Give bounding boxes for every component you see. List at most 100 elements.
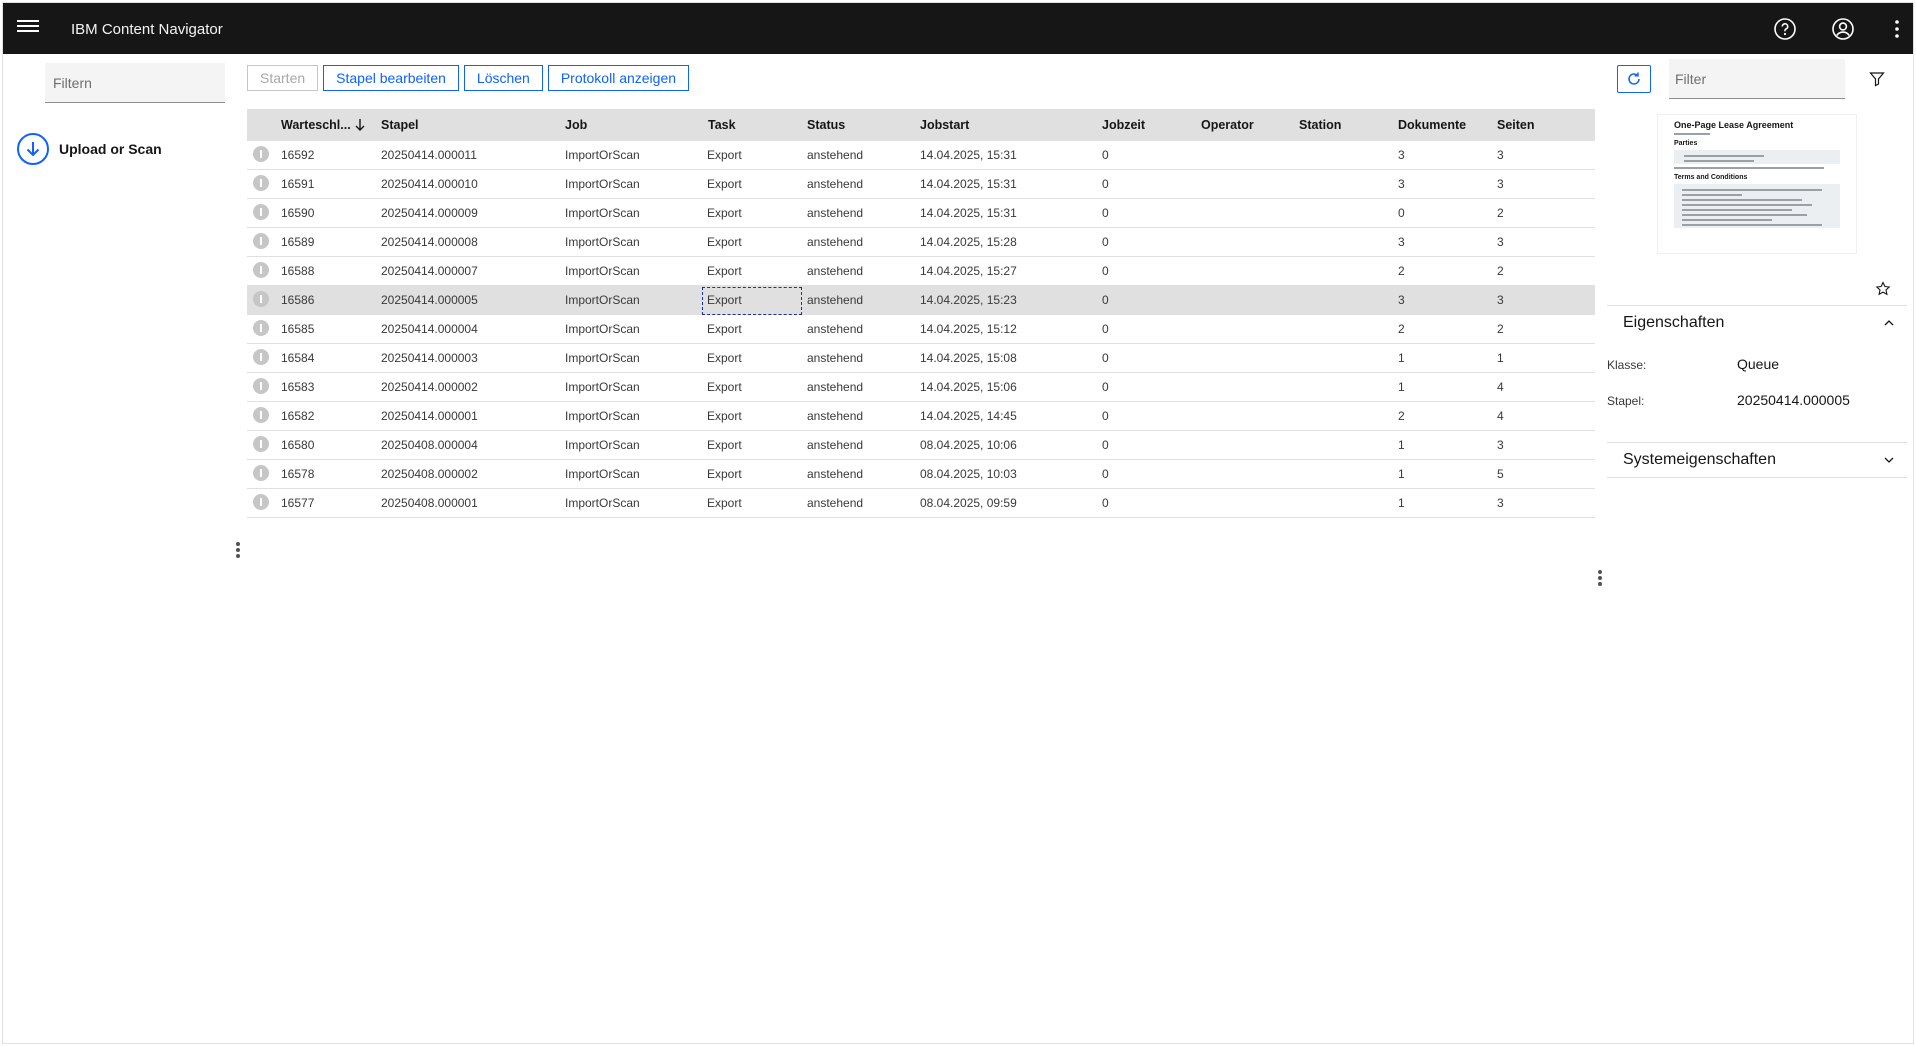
filter-funnel-icon[interactable]	[1869, 71, 1885, 87]
table-row[interactable]: 16585 20250414.000004 ImportOrScan Export an…	[247, 315, 1595, 344]
status-info-icon	[253, 262, 269, 278]
cell-status: anstehend	[807, 380, 864, 394]
cell-status: anstehend	[807, 235, 864, 249]
sort-descending-icon	[355, 119, 365, 131]
table-row[interactable]: 16591 20250414.000010 ImportOrScan Export an…	[247, 170, 1595, 199]
cell-task: Export	[707, 467, 742, 481]
cell-jobzeit: 0	[1102, 264, 1109, 278]
cell-jobzeit: 0	[1102, 467, 1109, 481]
cell-job: ImportOrScan	[565, 177, 640, 191]
cell-status: anstehend	[807, 206, 864, 220]
column-header-station[interactable]: Station	[1299, 109, 1341, 141]
cell-queue-id: 16589	[281, 235, 315, 249]
preview-text-line	[1674, 133, 1710, 135]
sidebar-filter-input[interactable]	[45, 63, 225, 103]
properties-accordion-header[interactable]: Eigenschaften	[1607, 306, 1907, 340]
cell-queue-id: 16586	[281, 293, 315, 307]
column-header-dokumente[interactable]: Dokumente	[1398, 109, 1466, 141]
upload-or-scan-button[interactable]: Upload or Scan	[17, 133, 162, 165]
left-splitter-handle[interactable]	[235, 541, 241, 559]
preview-doc-title: One-Page Lease Agreement	[1674, 120, 1794, 130]
cell-jobstart: 14.04.2025, 15:31	[920, 206, 1017, 220]
hamburger-menu-icon[interactable]	[17, 17, 39, 39]
refresh-button[interactable]	[1617, 65, 1651, 93]
right-splitter-handle[interactable]	[1597, 569, 1603, 587]
column-header-jobzeit[interactable]: Jobzeit	[1102, 109, 1145, 141]
cell-job: ImportOrScan	[565, 148, 640, 162]
preview-shaded-block	[1674, 184, 1840, 228]
table-row[interactable]: 16582 20250414.000001 ImportOrScan Export an…	[247, 402, 1595, 431]
cell-queue-id: 16583	[281, 380, 315, 394]
column-header-jobstart[interactable]: Jobstart	[920, 109, 969, 141]
overflow-menu-icon[interactable]	[1885, 17, 1909, 41]
cell-jobstart: 08.04.2025, 09:59	[920, 496, 1017, 510]
preview-section-terms: Terms and Conditions	[1674, 174, 1748, 181]
upload-or-scan-label: Upload or Scan	[59, 141, 162, 157]
column-header-stapel[interactable]: Stapel	[381, 109, 419, 141]
user-avatar-icon[interactable]	[1831, 17, 1855, 41]
column-header-seiten[interactable]: Seiten	[1497, 109, 1535, 141]
table-row[interactable]: 16580 20250408.000004 ImportOrScan Export an…	[247, 431, 1595, 460]
properties-accordion: Eigenschaften	[1607, 305, 1907, 340]
show-log-button[interactable]: Protokoll anzeigen	[547, 65, 690, 91]
cell-status: anstehend	[807, 467, 864, 481]
table-row[interactable]: 16578 20250408.000002 ImportOrScan Export an…	[247, 460, 1595, 489]
delete-button[interactable]: Löschen	[463, 65, 543, 91]
column-header-queue[interactable]: Warteschl...	[281, 109, 366, 141]
column-header-job[interactable]: Job	[565, 109, 587, 141]
document-preview-thumbnail[interactable]: One-Page Lease Agreement Parties Terms a…	[1657, 114, 1857, 254]
status-info-icon	[253, 465, 269, 481]
cell-status: anstehend	[807, 293, 864, 307]
cell-queue-id: 16578	[281, 467, 315, 481]
batch-value: 20250414.000005	[1737, 392, 1850, 408]
cell-stapel: 20250414.000004	[381, 322, 478, 336]
system-properties-accordion-header[interactable]: Systemeigenschaften	[1607, 443, 1907, 477]
chevron-down-icon	[1884, 457, 1894, 463]
edit-batch-button[interactable]: Stapel bearbeiten	[323, 65, 459, 91]
cell-stapel: 20250414.000005	[381, 293, 478, 307]
table-row[interactable]: 16592 20250414.000011 ImportOrScan Export an…	[247, 141, 1595, 170]
cell-stapel: 20250414.000001	[381, 409, 478, 423]
preview-text-line	[1682, 189, 1822, 191]
cell-dokumente: 3	[1398, 293, 1405, 307]
right-filter-input[interactable]	[1669, 59, 1845, 99]
table-row[interactable]: 16586 20250414.000005 ImportOrScan Export an…	[247, 286, 1595, 315]
cell-seiten: 3	[1497, 438, 1504, 452]
start-button[interactable]: Starten	[247, 65, 319, 91]
cell-jobzeit: 0	[1102, 496, 1109, 510]
cell-jobzeit: 0	[1102, 206, 1109, 220]
cell-seiten: 3	[1497, 293, 1504, 307]
cell-dokumente: 2	[1398, 409, 1405, 423]
column-header-task[interactable]: Task	[708, 109, 736, 141]
cell-queue-id: 16592	[281, 148, 315, 162]
cell-jobstart: 08.04.2025, 10:06	[920, 438, 1017, 452]
table-row[interactable]: 16589 20250414.000008 ImportOrScan Export an…	[247, 228, 1595, 257]
cell-dokumente: 3	[1398, 235, 1405, 249]
favorite-star-icon[interactable]	[1875, 281, 1891, 297]
table-row[interactable]: 16590 20250414.000009 ImportOrScan Export an…	[247, 199, 1595, 228]
column-header-status[interactable]: Status	[807, 109, 845, 141]
help-icon[interactable]	[1773, 17, 1797, 41]
table-row[interactable]: 16583 20250414.000002 ImportOrScan Export an…	[247, 373, 1595, 402]
cell-queue-id: 16580	[281, 438, 315, 452]
cell-task: Export	[707, 409, 742, 423]
cell-dokumente: 2	[1398, 264, 1405, 278]
cell-jobzeit: 0	[1102, 380, 1109, 394]
cell-jobzeit: 0	[1102, 351, 1109, 365]
column-header-operator[interactable]: Operator	[1201, 109, 1254, 141]
table-row[interactable]: 16577 20250408.000001 ImportOrScan Export an…	[247, 489, 1595, 518]
cell-stapel: 20250414.000008	[381, 235, 478, 249]
cell-seiten: 3	[1497, 496, 1504, 510]
preview-text-line	[1682, 199, 1802, 201]
cell-dokumente: 1	[1398, 467, 1405, 481]
cell-jobstart: 14.04.2025, 15:12	[920, 322, 1017, 336]
cell-focus-outline	[702, 287, 802, 315]
cell-seiten: 3	[1497, 177, 1504, 191]
cell-dokumente: 1	[1398, 438, 1405, 452]
system-properties-heading: Systemeigenschaften	[1623, 451, 1776, 468]
table-row[interactable]: 16584 20250414.000003 ImportOrScan Export an…	[247, 344, 1595, 373]
status-info-icon	[253, 291, 269, 307]
table-row[interactable]: 16588 20250414.000007 ImportOrScan Export an…	[247, 257, 1595, 286]
cell-stapel: 20250414.000009	[381, 206, 478, 220]
cell-job: ImportOrScan	[565, 351, 640, 365]
